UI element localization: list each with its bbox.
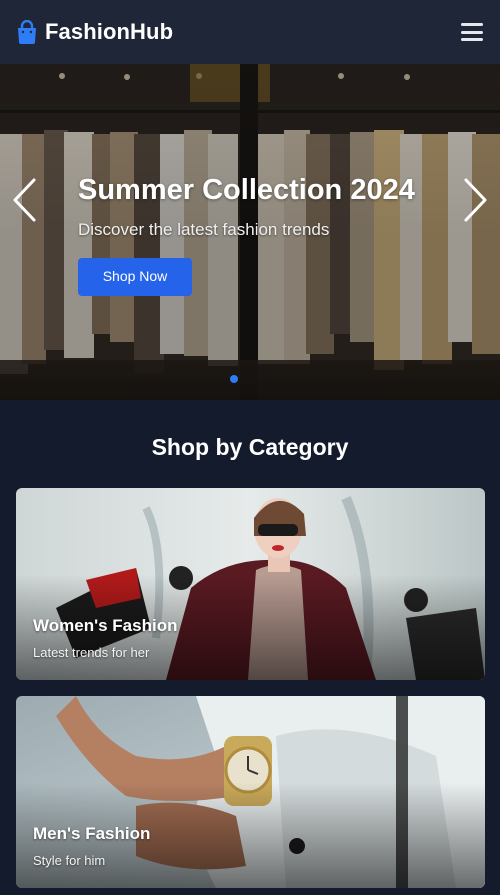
section-title: Shop by Category [151,434,349,460]
brand-logo[interactable]: FashionHub [16,19,173,45]
brand-name: FashionHub [45,19,174,44]
category-card-mens-fashion[interactable]: Men's Fashion Style for him [16,696,485,888]
hamburger-menu-icon[interactable] [461,21,485,43]
carousel-dot-active[interactable] [230,375,238,383]
hero-content: Summer Collection 2024 Discover the late… [78,172,415,296]
card-text: Men's Fashion Style for him [33,824,150,868]
chevron-right-icon[interactable] [462,176,490,224]
category-subtitle: Style for him [33,853,106,868]
chevron-left-icon[interactable] [10,176,38,224]
category-title: Men's Fashion [33,824,151,843]
hero-carousel: Summer Collection 2024 Discover the late… [0,64,500,400]
category-subtitle: Latest trends for her [33,645,150,660]
shop-now-button[interactable]: Shop Now [78,258,192,296]
shopping-bag-icon [18,20,36,44]
hero-subtitle: Discover the latest fashion trends [78,220,330,239]
menu-bar [461,30,483,34]
category-card-womens-fashion[interactable]: Women's Fashion Latest trends for her [16,488,485,680]
category-title: Women's Fashion [33,616,178,635]
hero-title: Summer Collection 2024 [78,174,415,206]
top-nav: FashionHub [0,0,500,64]
carousel-indicators [230,375,238,383]
menu-bar [461,38,483,41]
menu-bar [461,23,483,26]
card-text: Women's Fashion Latest trends for her [33,616,177,660]
